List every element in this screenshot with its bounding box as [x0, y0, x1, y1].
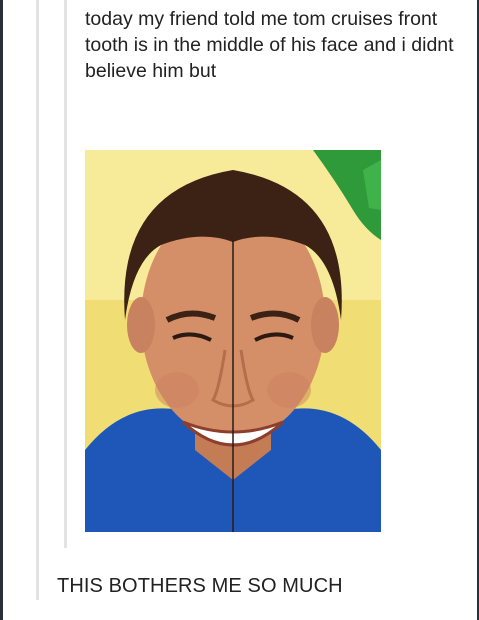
left-border	[0, 0, 3, 620]
post-caption: today my friend told me tom cruises fron…	[85, 8, 454, 82]
portrait-illustration	[85, 150, 381, 532]
post-footer-text: THIS BOTHERS ME SO MUCH	[57, 575, 343, 597]
quote-indent-bar	[64, 0, 67, 548]
reblog-indent-bar	[36, 0, 39, 600]
post-photo	[85, 150, 381, 532]
